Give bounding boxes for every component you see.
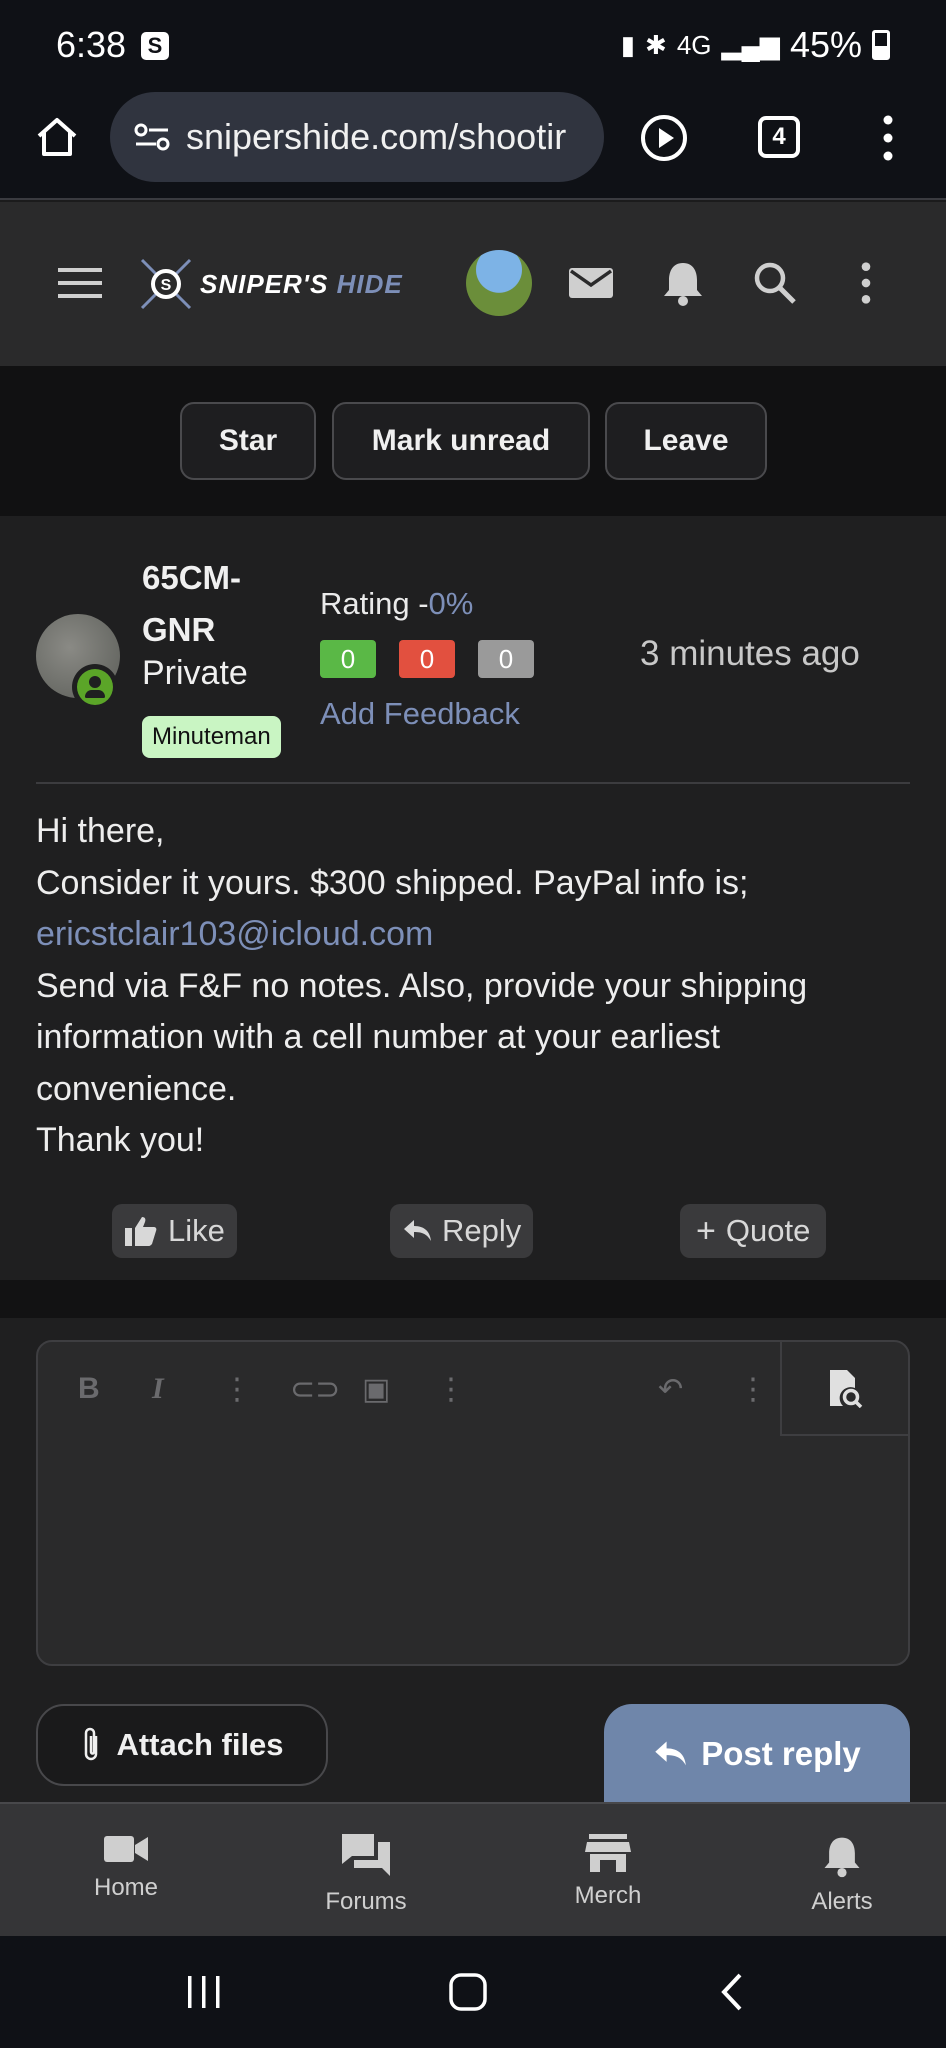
section-gap: [0, 1280, 946, 1318]
nav-forums[interactable]: Forums: [286, 1832, 446, 1916]
network-type: 4G: [676, 29, 712, 60]
message-post: 65CM-GNR Private Minuteman Rating -0% 0 …: [0, 516, 946, 1280]
quote-button[interactable]: + Quote: [680, 1204, 827, 1258]
url-bar[interactable]: snipershide.com/shootir: [110, 92, 604, 182]
rating-label: Rating -0%: [320, 586, 473, 622]
nav-forums-label: Forums: [325, 1888, 407, 1915]
more-insert-options-icon[interactable]: ⋮: [436, 1372, 466, 1407]
feedback-neutral-count[interactable]: 0: [478, 640, 534, 678]
status-bar: 6:38 S ▮ ✱ 4G ▂▄▆ 45%: [0, 0, 946, 92]
like-label: Like: [168, 1213, 225, 1248]
plus-icon: +: [696, 1211, 716, 1250]
feedback-positive-count[interactable]: 0: [320, 640, 376, 678]
site-settings-icon[interactable]: [134, 122, 170, 152]
post-timestamp[interactable]: 3 minutes ago: [640, 634, 860, 674]
rating-text: Rating -: [320, 586, 429, 621]
search-icon[interactable]: [750, 258, 800, 308]
preview-button[interactable]: [780, 1342, 908, 1436]
reply-arrow-icon: [655, 1741, 687, 1766]
logo-text-sniper: SNIPER'S: [200, 268, 329, 299]
post-divider: [36, 782, 910, 784]
bell-icon[interactable]: [658, 258, 708, 308]
svg-text:S: S: [161, 277, 172, 294]
attach-files-button[interactable]: Attach files: [36, 1704, 328, 1786]
reply-button[interactable]: Reply: [390, 1204, 534, 1258]
system-navigation: [0, 1936, 946, 2048]
feedback-negative-count[interactable]: 0: [399, 640, 455, 678]
undo-icon[interactable]: ↶: [658, 1372, 683, 1407]
forum-chat-icon: [342, 1834, 390, 1876]
attach-files-label: Attach files: [116, 1727, 284, 1762]
site-header: S SNIPER'S HIDE: [0, 202, 946, 366]
tabs-count-button[interactable]: 4: [758, 116, 800, 158]
body-line: Consider it yours. $300 shipped. PayPal …: [36, 863, 749, 902]
email-link[interactable]: ericstclair103@icloud.com: [36, 909, 916, 961]
thread-actions: Star Mark unread Leave: [0, 366, 946, 516]
rating-percent: 0%: [428, 586, 474, 621]
mark-unread-button[interactable]: Mark unread: [332, 402, 590, 480]
bottom-navigation: Home Forums Merch Alerts: [0, 1802, 946, 1936]
store-icon: [585, 1834, 631, 1872]
crosshair-logo-icon: S: [140, 258, 192, 310]
like-button[interactable]: Like: [112, 1204, 237, 1258]
quick-reply: B I ⋮ ⊂⊃ ▣ ⋮ ↶ ⋮ Attach files Post reply: [0, 1318, 946, 1804]
user-avatar[interactable]: [466, 250, 532, 316]
nav-home[interactable]: Home: [46, 1832, 206, 1902]
nav-alerts-label: Alerts: [811, 1888, 873, 1915]
body-line: Hi there,: [36, 812, 165, 850]
site-logo[interactable]: S SNIPER'S HIDE: [138, 254, 418, 314]
more-options-icon[interactable]: [842, 258, 890, 308]
body-line: Send via F&F no notes. Also, provide you…: [36, 966, 808, 1108]
back-icon[interactable]: [718, 1972, 746, 2012]
post-reply-label: Post reply: [701, 1735, 861, 1772]
bluetooth-icon: ✱: [645, 29, 667, 60]
leave-button[interactable]: Leave: [605, 402, 767, 480]
bold-icon[interactable]: B: [78, 1372, 100, 1406]
home-system-icon[interactable]: [448, 1972, 488, 2012]
preview-icon: [830, 1370, 863, 1408]
more-editor-options-icon[interactable]: ⋮: [738, 1372, 768, 1407]
bell-icon: [824, 1837, 860, 1878]
reply-label: Reply: [442, 1213, 522, 1248]
add-feedback-link[interactable]: Add Feedback: [320, 696, 520, 732]
author-title: Private: [142, 654, 248, 692]
home-icon[interactable]: [34, 114, 80, 160]
url-text: snipershide.com/shootir: [186, 116, 567, 157]
link-icon[interactable]: ⊂⊃: [290, 1372, 340, 1407]
media-play-icon[interactable]: [640, 114, 688, 162]
nav-alerts[interactable]: Alerts: [762, 1832, 922, 1916]
reply-arrow-icon: [404, 1220, 431, 1241]
body-line: Thank you!: [36, 1121, 205, 1159]
post-reply-button[interactable]: Post reply: [604, 1704, 910, 1804]
quote-label: Quote: [725, 1213, 811, 1248]
browser-menu-icon[interactable]: [878, 114, 898, 162]
thumbs-up-icon: [125, 1217, 157, 1246]
signal-icon: ▂▄▆: [721, 29, 780, 60]
video-camera-icon: [104, 1836, 148, 1862]
status-indicators: ▮ ✱ 4G ▂▄▆ 45%: [621, 24, 890, 66]
reply-editor[interactable]: B I ⋮ ⊂⊃ ▣ ⋮ ↶ ⋮: [36, 1340, 910, 1666]
more-text-options-icon[interactable]: ⋮: [222, 1372, 252, 1407]
nav-home-label: Home: [93, 1874, 159, 1901]
nav-merch[interactable]: Merch: [528, 1832, 688, 1910]
battery-saver-icon: ▮: [620, 29, 636, 60]
post-body: Hi there, Consider it yours. $300 shippe…: [36, 806, 916, 1167]
logo-text-hide: HIDE: [336, 268, 403, 299]
author-username[interactable]: 65CM-GNR: [142, 552, 292, 656]
status-time: 6:38: [56, 24, 127, 65]
paperclip-icon: [85, 1727, 98, 1761]
image-icon[interactable]: ▣: [362, 1372, 390, 1407]
battery-icon: [872, 30, 890, 60]
star-button[interactable]: Star: [180, 402, 316, 480]
author-badge: Minuteman: [142, 716, 281, 758]
mail-icon[interactable]: [566, 258, 616, 308]
browser-toolbar: snipershide.com/shootir 4: [0, 92, 946, 200]
nav-merch-label: Merch: [574, 1882, 642, 1909]
battery-percent: 45%: [789, 24, 862, 65]
notification-s-icon: S: [141, 32, 169, 60]
online-status-icon: [72, 664, 118, 710]
hamburger-menu-icon[interactable]: [58, 266, 102, 300]
recent-apps-icon[interactable]: [184, 1974, 224, 2010]
italic-icon[interactable]: I: [152, 1372, 164, 1406]
